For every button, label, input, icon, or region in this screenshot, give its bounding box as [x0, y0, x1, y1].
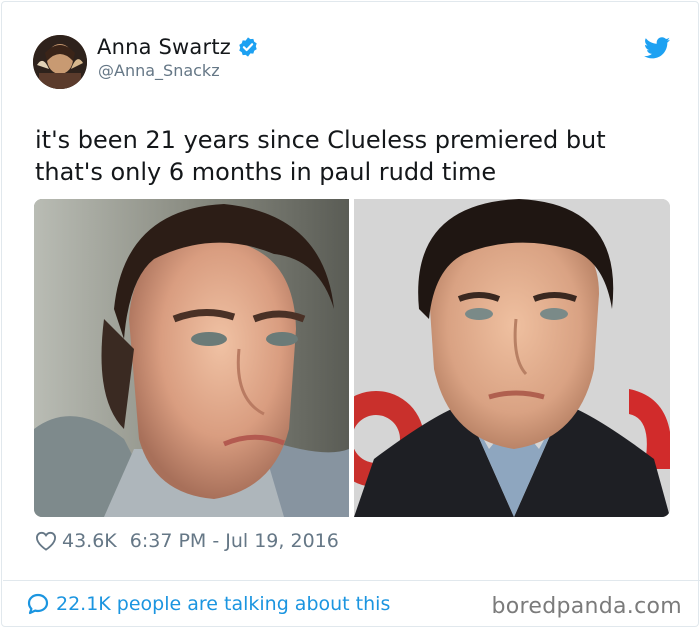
watermark: boredpanda.com: [491, 594, 682, 619]
avatar[interactable]: [33, 35, 87, 89]
display-name[interactable]: Anna Swartz: [97, 35, 231, 59]
tweet-card: Anna Swartz @Anna_Snackz it's been 21 ye…: [1, 1, 700, 627]
like-count[interactable]: 43.6K: [62, 530, 117, 552]
twitter-bird-icon[interactable]: [644, 37, 670, 59]
user-handle[interactable]: @Anna_Snackz: [98, 61, 220, 80]
tweet-photo-recent[interactable]: [354, 199, 670, 517]
divider: [3, 580, 700, 581]
tweet-photo-young[interactable]: [34, 199, 349, 517]
talking-text[interactable]: 22.1K people are talking about this: [56, 593, 390, 615]
verified-badge-icon: [239, 37, 257, 57]
tweet-meta-row: 43.6K 6:37 PM - Jul 19, 2016: [35, 530, 339, 552]
talking-link[interactable]: 22.1K people are talking about this: [26, 592, 390, 616]
heart-icon[interactable]: [35, 531, 57, 551]
speech-bubble-icon: [27, 593, 49, 615]
tweet-timestamp[interactable]: 6:37 PM - Jul 19, 2016: [130, 530, 339, 552]
tweet-text: it's been 21 years since Clueless premie…: [35, 126, 606, 186]
name-row: Anna Swartz: [97, 35, 259, 59]
